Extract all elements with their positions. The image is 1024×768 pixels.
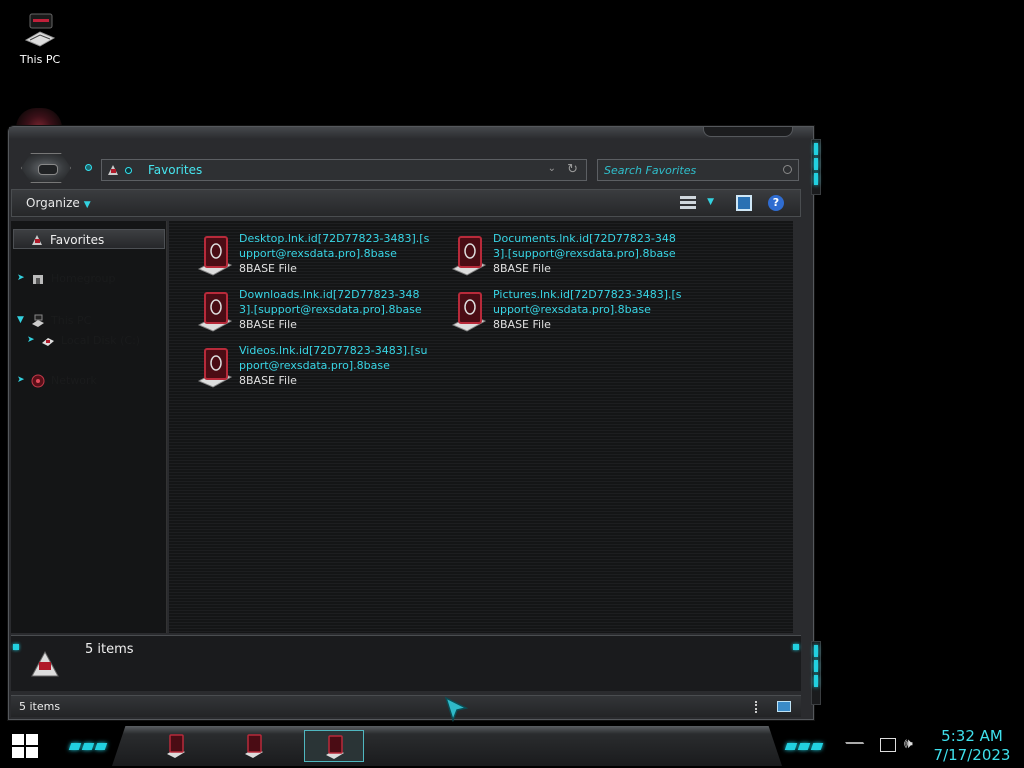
refresh-icon[interactable]: ↻ (567, 162, 578, 177)
file-name: Videos.lnk.id[72D77823-3483].[support@re… (239, 344, 428, 372)
network-tray-icon[interactable] (880, 738, 896, 752)
volume-icon[interactable]: 🕪 (904, 736, 913, 752)
explorer-window: Favorites ⌄ ↻ Search Favorites Organize ▼… (8, 126, 821, 720)
desktop-icon-label: This PC (19, 53, 61, 66)
nav-item-label: Local Disk (C:) (61, 334, 141, 347)
change-view-icon[interactable] (680, 196, 696, 210)
this-pc-icon (32, 314, 44, 327)
network-icon (31, 374, 45, 388)
navigation-bar: Favorites ⌄ ↻ Search Favorites (19, 153, 799, 183)
mouse-cursor-icon (444, 696, 468, 722)
homegroup-icon (33, 275, 43, 284)
clock-date: 7/17/2023 (933, 746, 1011, 764)
8base-file-icon (197, 236, 233, 276)
show-hidden-icons-icon[interactable] (845, 742, 869, 752)
favorites-star-icon (32, 235, 42, 245)
taskbar: 🕪 5:32 AM 7/17/2023 (0, 724, 1024, 768)
navigation-pane: Favorites ➤ Homegroup ▼ This PC ➤ Local … (11, 221, 167, 633)
expand-arrow-icon[interactable]: ➤ (27, 335, 35, 345)
details-item-count: 5 items (85, 642, 134, 657)
window-title-bar[interactable] (9, 127, 813, 139)
file-item[interactable]: Videos.lnk.id[72D77823-3483].[support@re… (195, 343, 439, 397)
taskbar-plate (112, 726, 782, 766)
collapse-arrow-icon[interactable]: ▼ (17, 315, 24, 325)
help-icon[interactable]: ? (768, 195, 784, 211)
taskbar-app-explorer[interactable] (146, 730, 206, 762)
address-bar[interactable]: Favorites ⌄ ↻ (101, 159, 587, 181)
forward-button[interactable] (85, 164, 92, 171)
favorites-large-icon (31, 650, 59, 677)
file-item[interactable]: Desktop.lnk.id[72D77823-3483].[support@r… (195, 231, 439, 285)
nav-item-this-pc[interactable]: ▼ This PC (17, 313, 167, 329)
search-icon[interactable] (783, 165, 792, 174)
back-button[interactable] (21, 153, 71, 183)
8base-file-icon (451, 236, 487, 276)
nav-item-label: Network (51, 374, 97, 387)
file-type: 8BASE File (493, 318, 551, 331)
clock-time: 5:32 AM (941, 727, 1003, 745)
8base-app-icon (326, 735, 344, 759)
file-name: Downloads.lnk.id[72D77823-3483].[support… (239, 288, 422, 316)
taskbar-clock[interactable]: 5:32 AM 7/17/2023 (930, 727, 1014, 765)
8base-file-icon (197, 348, 233, 388)
file-item[interactable]: Downloads.lnk.id[72D77823-3483].[support… (195, 287, 439, 341)
this-pc-icon (24, 13, 56, 47)
expand-arrow-icon[interactable]: ➤ (17, 273, 25, 283)
details-view-icon[interactable] (755, 701, 765, 713)
nav-item-local-disk[interactable]: ➤ Local Disk (C:) (27, 333, 177, 349)
nav-item-network[interactable]: ➤ Network (17, 373, 167, 389)
preview-pane-icon[interactable] (736, 195, 752, 211)
search-box[interactable]: Search Favorites (597, 159, 799, 181)
details-pane: 5 items (11, 635, 801, 691)
taskbar-lights-decoration (784, 739, 825, 753)
details-decoration (793, 644, 799, 650)
taskbar-app-explorer[interactable] (224, 730, 284, 762)
command-toolbar: Organize ▼ ▼ ? (11, 189, 801, 217)
8base-file-icon (197, 292, 233, 332)
nav-favorites[interactable]: Favorites (13, 229, 165, 249)
file-list: Desktop.lnk.id[72D77823-3483].[support@r… (169, 221, 793, 633)
nav-favorites-label: Favorites (50, 233, 105, 247)
large-icons-view-icon[interactable] (777, 701, 791, 712)
desktop-icon-partial (16, 108, 62, 128)
start-button[interactable] (12, 734, 38, 758)
file-name: Documents.lnk.id[72D77823-3483].[support… (493, 232, 676, 260)
taskbar-app-explorer-active[interactable] (304, 730, 364, 762)
file-name: Pictures.lnk.id[72D77823-3483].[support@… (493, 288, 682, 316)
expand-arrow-icon[interactable]: ➤ (17, 375, 25, 385)
breadcrumb-separator[interactable] (125, 167, 132, 174)
taskbar-lights-decoration (68, 739, 109, 753)
details-decoration (13, 644, 19, 650)
nav-item-homegroup[interactable]: ➤ Homegroup (17, 271, 167, 287)
file-type: 8BASE File (239, 262, 297, 275)
organize-dropdown-icon: ▼ (83, 200, 91, 210)
file-item[interactable]: Documents.lnk.id[72D77823-3483].[support… (449, 231, 693, 285)
window-notch-decoration (703, 127, 793, 137)
view-options-dropdown-icon[interactable]: ▼ (707, 197, 714, 207)
window-side-decoration (811, 641, 821, 705)
organize-label: Organize (26, 196, 80, 210)
file-name: Desktop.lnk.id[72D77823-3483].[support@r… (239, 232, 430, 260)
window-side-decoration (811, 139, 821, 195)
file-type: 8BASE File (239, 318, 297, 331)
8base-app-icon (245, 734, 263, 758)
file-item[interactable]: Pictures.lnk.id[72D77823-3483].[support@… (449, 287, 693, 341)
file-type: 8BASE File (239, 374, 297, 387)
search-input[interactable]: Search Favorites (604, 164, 696, 177)
8base-app-icon (167, 734, 185, 758)
desktop-icon-this-pc[interactable]: This PC (12, 10, 68, 66)
address-location[interactable]: Favorites (148, 163, 202, 177)
nav-item-label: This PC (51, 314, 92, 327)
file-type: 8BASE File (493, 262, 551, 275)
address-dropdown-chevron-icon[interactable]: ⌄ (548, 163, 556, 174)
8base-file-icon (451, 292, 487, 332)
nav-item-label: Homegroup (51, 272, 116, 285)
favorites-star-icon (108, 165, 118, 175)
organize-button[interactable]: Organize ▼ (26, 196, 91, 210)
drive-icon (42, 338, 54, 346)
status-item-count: 5 items (19, 700, 61, 713)
status-bar: 5 items (11, 695, 801, 717)
